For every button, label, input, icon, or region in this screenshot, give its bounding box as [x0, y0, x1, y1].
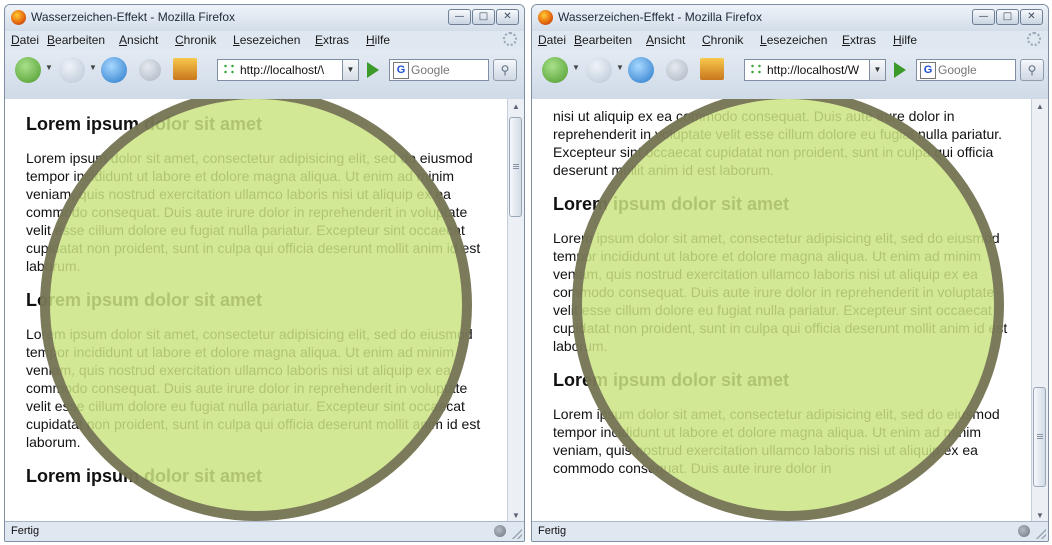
section-heading: Lorem ipsum dolor sit amet	[26, 114, 263, 134]
title-bar[interactable]: Wasserzeichen-Effekt - Mozilla Firefox —…	[532, 5, 1048, 31]
forward-button[interactable]	[59, 57, 85, 83]
url-history-dropdown[interactable]: ▼	[343, 59, 359, 81]
minimize-button[interactable]: —	[448, 9, 471, 25]
page-content: nisi ut aliquip ex ea commodo consequat.…	[553, 107, 1015, 491]
menu-chronik[interactable]: Chronik	[702, 33, 743, 47]
menu-datei[interactable]: Datei	[11, 33, 39, 47]
maximize-button[interactable]: □	[996, 9, 1019, 25]
close-button[interactable]: ✕	[1020, 9, 1043, 25]
navigation-toolbar: ▼ ▼ http://localhost/W ▼ G Google ⚲	[532, 49, 1048, 100]
status-text: Fertig	[538, 525, 567, 537]
home-button[interactable]	[173, 58, 197, 80]
grip-icon	[1037, 434, 1043, 435]
forward-button[interactable]	[586, 57, 612, 83]
back-button[interactable]	[542, 57, 568, 83]
section-paragraph: Lorem ipsum dolor sit amet, consectetur …	[26, 150, 481, 274]
vertical-scrollbar[interactable]: ▲ ▼	[1031, 99, 1048, 524]
status-indicator-icon	[494, 525, 506, 537]
status-bar: Fertig	[5, 521, 524, 541]
url-history-dropdown[interactable]: ▼	[870, 59, 886, 81]
google-engine-icon[interactable]: G	[920, 62, 936, 79]
scroll-up-arrow-icon[interactable]: ▲	[1032, 99, 1048, 115]
reload-button[interactable]	[101, 57, 127, 83]
search-button[interactable]: ⚲	[1020, 59, 1044, 81]
menu-bearbeiten[interactable]: Bearbeiten	[47, 33, 105, 47]
search-button[interactable]: ⚲	[493, 59, 517, 81]
page-content: Lorem ipsum dolor sit amet Lorem ipsum d…	[26, 113, 488, 501]
forward-history-dropdown[interactable]: ▼	[89, 63, 97, 72]
section-paragraph: nisi ut aliquip ex ea commodo consequat.…	[553, 108, 1003, 178]
browser-window-right: Wasserzeichen-Effekt - Mozilla Firefox —…	[531, 4, 1049, 542]
page-viewport[interactable]: Lorem ipsum dolor sit amet Lorem ipsum d…	[5, 99, 507, 524]
site-favicon-icon	[222, 63, 236, 75]
back-history-dropdown[interactable]: ▼	[45, 63, 53, 72]
menu-ansicht[interactable]: Ansicht	[119, 33, 158, 47]
menu-ansicht[interactable]: Ansicht	[646, 33, 685, 47]
menu-extras[interactable]: Extras	[842, 33, 876, 47]
throbber-icon	[1027, 32, 1041, 46]
url-text: http://localhost/W	[767, 63, 860, 77]
minimize-button[interactable]: —	[972, 9, 995, 25]
window-title: Wasserzeichen-Effekt - Mozilla Firefox	[31, 10, 236, 24]
vertical-scrollbar[interactable]: ▲ ▼	[507, 99, 524, 524]
section-paragraph: Lorem ipsum dolor sit amet, consectetur …	[553, 406, 1000, 476]
section-heading: Lorem ipsum dolor sit amet	[26, 290, 263, 310]
search-placeholder: Google	[411, 63, 450, 77]
search-input[interactable]: G Google	[389, 59, 489, 81]
section-paragraph: Lorem ipsum dolor sit amet, consectetur …	[26, 326, 481, 450]
reload-button[interactable]	[628, 57, 654, 83]
firefox-icon	[538, 10, 553, 25]
grip-icon	[513, 164, 519, 165]
section-heading: Lorem ipsum dolor sit amet	[553, 370, 790, 390]
menu-hilfe[interactable]: Hilfe	[366, 33, 390, 47]
back-history-dropdown[interactable]: ▼	[572, 63, 580, 72]
section-heading: Lorem ipsum dolor sit amet	[26, 466, 263, 486]
status-indicator-icon	[1018, 525, 1030, 537]
navigation-toolbar: ▼ ▼ http://localhost/\ ▼ G Google ⚲	[5, 49, 524, 100]
menu-chronik[interactable]: Chronik	[175, 33, 216, 47]
stop-button[interactable]	[666, 59, 688, 81]
resize-grip-icon[interactable]	[512, 529, 522, 539]
search-placeholder: Google	[938, 63, 977, 77]
url-bar[interactable]: http://localhost/\	[217, 59, 343, 81]
site-favicon-icon	[749, 63, 763, 75]
menu-hilfe[interactable]: Hilfe	[893, 33, 917, 47]
menu-datei[interactable]: Datei	[538, 33, 566, 47]
forward-history-dropdown[interactable]: ▼	[616, 63, 624, 72]
menu-bar: Datei Bearbeiten Ansicht Chronik Lesezei…	[532, 31, 1048, 49]
close-button[interactable]: ✕	[496, 9, 519, 25]
browser-window-left: Wasserzeichen-Effekt - Mozilla Firefox —…	[4, 4, 525, 542]
menu-lesezeichen[interactable]: Lesezeichen	[760, 33, 827, 47]
scrollbar-thumb[interactable]	[509, 117, 522, 217]
menu-bar: Datei Bearbeiten Ansicht Chronik Lesezei…	[5, 31, 524, 49]
google-engine-icon[interactable]: G	[393, 62, 409, 79]
title-bar[interactable]: Wasserzeichen-Effekt - Mozilla Firefox —…	[5, 5, 524, 31]
status-text: Fertig	[11, 525, 40, 537]
url-bar[interactable]: http://localhost/W	[744, 59, 870, 81]
window-title: Wasserzeichen-Effekt - Mozilla Firefox	[558, 10, 763, 24]
search-input[interactable]: G Google	[916, 59, 1016, 81]
throbber-icon	[503, 32, 517, 46]
url-text: http://localhost/\	[240, 63, 325, 77]
menu-extras[interactable]: Extras	[315, 33, 349, 47]
page-viewport[interactable]: nisi ut aliquip ex ea commodo consequat.…	[532, 99, 1031, 524]
go-arrow-icon[interactable]	[367, 62, 379, 78]
maximize-button[interactable]: □	[472, 9, 495, 25]
scrollbar-thumb[interactable]	[1033, 387, 1046, 487]
menu-lesezeichen[interactable]: Lesezeichen	[233, 33, 300, 47]
section-paragraph: Lorem ipsum dolor sit amet, consectetur …	[553, 230, 1008, 354]
scroll-up-arrow-icon[interactable]: ▲	[508, 99, 524, 115]
status-bar: Fertig	[532, 521, 1048, 541]
section-heading: Lorem ipsum dolor sit amet	[553, 194, 790, 214]
menu-bearbeiten[interactable]: Bearbeiten	[574, 33, 632, 47]
stop-button[interactable]	[139, 59, 161, 81]
resize-grip-icon[interactable]	[1036, 529, 1046, 539]
go-arrow-icon[interactable]	[894, 62, 906, 78]
back-button[interactable]	[15, 57, 41, 83]
home-button[interactable]	[700, 58, 724, 80]
firefox-icon	[11, 10, 26, 25]
